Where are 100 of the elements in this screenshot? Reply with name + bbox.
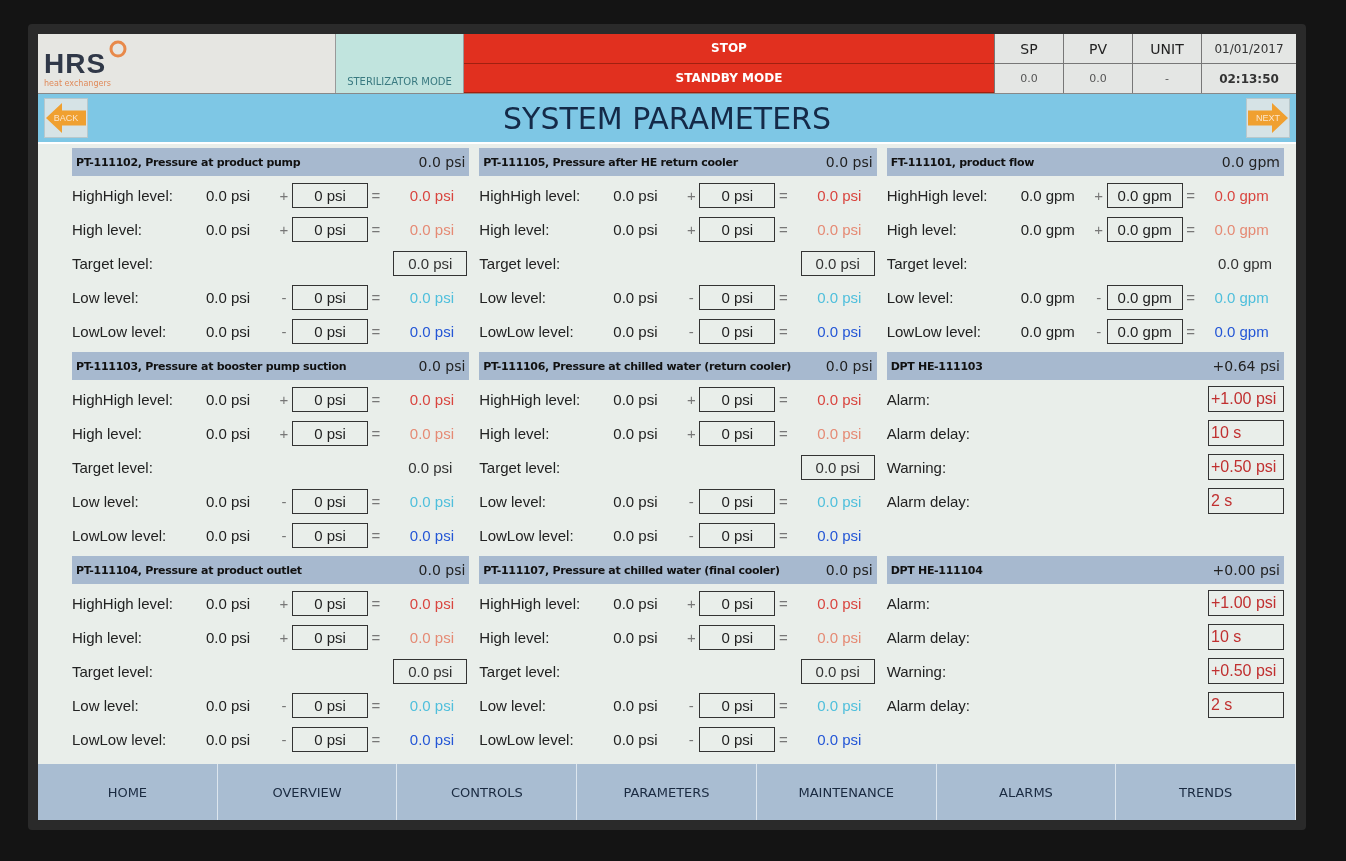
row-label: LowLow level: xyxy=(479,526,575,544)
result-value: 0.0 psi xyxy=(408,730,454,748)
offset-field[interactable]: 0 psi xyxy=(699,522,776,548)
setting-field[interactable]: +1.00 psi xyxy=(1208,590,1284,616)
setting-field[interactable]: 2 s xyxy=(1208,692,1284,718)
offset-field[interactable]: 0 psi xyxy=(292,386,368,412)
offset-field[interactable]: 0 psi xyxy=(699,182,776,208)
result-value: 0.0 psi xyxy=(816,186,862,204)
offset-field[interactable]: 0 psi xyxy=(292,522,368,548)
target-field[interactable]: 0.0 psi xyxy=(800,658,875,684)
equals-sign: = xyxy=(370,390,382,408)
row-label: HighHigh level: xyxy=(72,594,174,612)
panel-title: DPT HE-111103 xyxy=(890,359,983,373)
base-value: 0.0 psi xyxy=(613,628,659,646)
operator-sign: - xyxy=(280,288,288,306)
row-label: HighHigh level: xyxy=(72,186,174,204)
readout-value: - xyxy=(1164,71,1170,87)
panel-value: 0.0 psi xyxy=(825,154,873,170)
row-label: HighHigh level: xyxy=(479,594,582,612)
result-value: 0.0 psi xyxy=(816,730,862,748)
row-label: HighHigh level: xyxy=(479,186,582,204)
offset-field[interactable]: 0 psi xyxy=(292,488,368,514)
operator-sign: - xyxy=(280,730,288,748)
offset-field[interactable]: 0 psi xyxy=(699,386,776,412)
target-field[interactable]: 0.0 psi xyxy=(800,250,875,276)
offset-field[interactable]: 0 psi xyxy=(292,182,368,208)
offset-field[interactable]: 0 psi xyxy=(699,488,776,514)
base-value: 0.0 psi xyxy=(613,594,659,612)
row-label: Target level: xyxy=(886,254,969,272)
target-field[interactable]: 0.0 psi xyxy=(393,250,468,276)
target-field[interactable]: 0.0 psi xyxy=(393,658,468,684)
base-value: 0.0 psi xyxy=(613,730,659,748)
offset-field[interactable]: 0 psi xyxy=(699,216,776,242)
equals-sign: = xyxy=(777,288,789,306)
offset-field[interactable]: 0 psi xyxy=(699,726,776,752)
offset-field[interactable]: 0 psi xyxy=(699,692,776,718)
panel-value: 0.0 psi xyxy=(418,358,466,374)
base-value: 0.0 psi xyxy=(206,288,252,306)
offset-field[interactable]: 0 psi xyxy=(699,420,776,446)
result-value: 0.0 psi xyxy=(408,526,454,544)
operator-sign: + xyxy=(685,390,697,408)
offset-field[interactable]: 0.0 gpm xyxy=(1106,284,1183,310)
equals-sign: = xyxy=(370,322,382,340)
result-value: 0.0 psi xyxy=(816,492,862,510)
offset-field[interactable]: 0 psi xyxy=(292,420,368,446)
operator-sign: + xyxy=(278,390,290,408)
base-value: 0.0 psi xyxy=(613,424,659,442)
readout-label: SP xyxy=(995,34,1063,64)
panel-title: PT-111104, Pressure at product outlet xyxy=(76,563,302,577)
equals-sign: = xyxy=(370,696,382,714)
base-value: 0.0 psi xyxy=(613,220,659,238)
setting-field[interactable]: +1.00 psi xyxy=(1208,386,1284,412)
offset-field[interactable]: 0 psi xyxy=(292,284,368,310)
setting-field[interactable]: +0.50 psi xyxy=(1208,454,1284,480)
offset-field[interactable]: 0.0 gpm xyxy=(1106,216,1183,242)
target-field[interactable]: 0.0 psi xyxy=(800,454,875,480)
result-value: 0.0 psi xyxy=(816,390,862,408)
row-label: LowLow level: xyxy=(72,526,168,544)
base-value: 0.0 psi xyxy=(206,220,252,238)
row-label: Low level: xyxy=(72,696,140,714)
setting-field[interactable]: 10 s xyxy=(1208,420,1284,446)
panel-title: DPT HE-111104 xyxy=(890,563,983,577)
mode-indicator: STERILIZATOR MODE xyxy=(336,34,464,93)
setting-field[interactable]: 10 s xyxy=(1208,624,1284,650)
offset-field[interactable]: 0 psi xyxy=(292,624,368,650)
result-value: 0.0 gpm xyxy=(1213,186,1269,204)
result-value: 0.0 psi xyxy=(408,424,454,442)
offset-field[interactable]: 0 psi xyxy=(292,692,368,718)
setting-field[interactable]: +0.50 psi xyxy=(1208,658,1284,684)
panel-value: 0.0 gpm xyxy=(1221,154,1280,170)
offset-field[interactable]: 0 psi xyxy=(292,216,368,242)
panel-title: PT-111102, Pressure at product pump xyxy=(76,155,301,169)
target-value: 0.0 gpm xyxy=(1216,253,1274,274)
offset-field[interactable]: 0 psi xyxy=(699,590,776,616)
offset-field[interactable]: 0 psi xyxy=(292,318,368,344)
offset-field[interactable]: 0.0 gpm xyxy=(1106,182,1183,208)
result-value: 0.0 psi xyxy=(408,220,454,238)
base-value: 0.0 psi xyxy=(613,526,659,544)
base-value: 0.0 psi xyxy=(206,696,252,714)
offset-field[interactable]: 0 psi xyxy=(699,284,776,310)
offset-field[interactable]: 0.0 gpm xyxy=(1106,318,1183,344)
result-value: 0.0 psi xyxy=(816,220,862,238)
row-label: High level: xyxy=(72,628,144,646)
setting-field[interactable]: 2 s xyxy=(1208,488,1284,514)
base-value: 0.0 psi xyxy=(206,526,252,544)
equals-sign: = xyxy=(777,390,789,408)
row-label: Warning: xyxy=(886,458,948,476)
result-value: 0.0 psi xyxy=(408,696,454,714)
offset-field[interactable]: 0 psi xyxy=(699,318,776,344)
panel-title: PT-111103, Pressure at booster pump suction xyxy=(76,359,347,373)
row-label: Low level: xyxy=(479,696,548,714)
panel-title: FT-111101, product flow xyxy=(890,155,1035,169)
row-label: Alarm: xyxy=(886,390,931,408)
offset-field[interactable]: 0 psi xyxy=(292,590,368,616)
operator-sign: + xyxy=(278,220,290,238)
offset-field[interactable]: 0 psi xyxy=(292,726,368,752)
offset-field[interactable]: 0 psi xyxy=(699,624,776,650)
result-value: 0.0 psi xyxy=(408,322,454,340)
equals-sign: = xyxy=(777,220,789,238)
status-banner: STOP xyxy=(464,34,994,64)
